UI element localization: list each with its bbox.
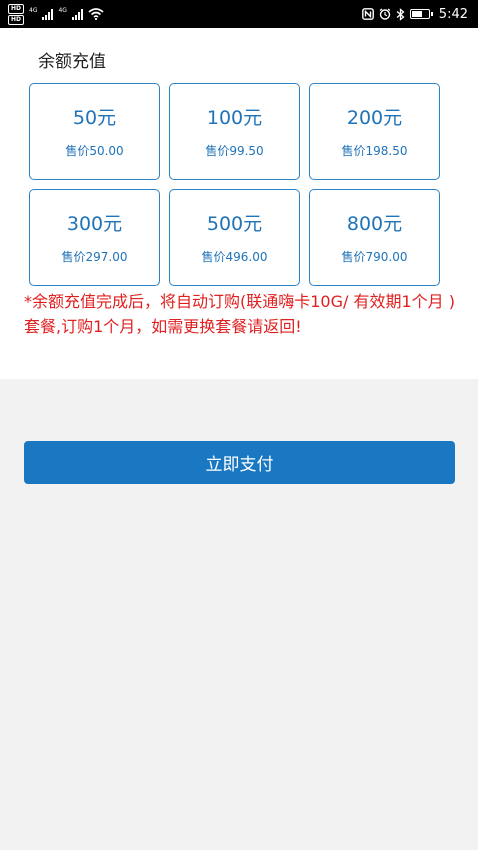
- package-amount: 100元: [206, 107, 263, 129]
- package-option-200[interactable]: 200元 售价198.50: [309, 83, 440, 180]
- package-option-50[interactable]: 50元 售价50.00: [29, 83, 160, 180]
- section-title: 余额充值: [38, 52, 106, 72]
- network-type: 4G: [58, 6, 67, 14]
- network-type: 4G: [29, 6, 38, 14]
- package-amount: 50元: [72, 107, 117, 129]
- hd-badge: HD: [8, 3, 25, 14]
- package-price: 售价198.50: [341, 144, 408, 158]
- status-bar: HD HD 4G 4G 5:42: [0, 0, 478, 28]
- status-bar-right: 5:42: [361, 6, 468, 22]
- package-grid: 50元 售价50.00 100元 售价99.50 200元 售价198.50 3…: [29, 83, 440, 286]
- recharge-notice: *余额充值完成后，将自动订购(联通嗨卡10G/ 有效期1个月 )套餐,订购1个月…: [24, 292, 455, 336]
- package-option-500[interactable]: 500元 售价496.00: [169, 189, 300, 286]
- package-amount: 200元: [346, 107, 403, 129]
- wifi-icon: [88, 8, 104, 20]
- pay-now-button[interactable]: 立即支付: [24, 441, 455, 484]
- battery-level: [411, 11, 423, 17]
- hd-badge: HD: [8, 14, 25, 25]
- nfc-icon: [361, 8, 374, 20]
- battery-icon: [409, 9, 433, 19]
- package-option-800[interactable]: 800元 售价790.00: [309, 189, 440, 286]
- package-amount: 300元: [66, 213, 123, 235]
- clock: 5:42: [438, 6, 468, 22]
- signal-icon: [42, 8, 54, 20]
- package-price: 售价790.00: [341, 250, 408, 264]
- package-price: 售价50.00: [65, 144, 124, 158]
- package-amount: 500元: [206, 213, 263, 235]
- signal-icon: [71, 8, 83, 20]
- package-amount: 800元: [346, 213, 403, 235]
- package-price: 售价99.50: [205, 144, 264, 158]
- recharge-card: 余额充值 50元 售价50.00 100元 售价99.50 200元 售价198…: [0, 28, 478, 379]
- package-option-300[interactable]: 300元 售价297.00: [29, 189, 160, 286]
- status-bar-left: HD HD 4G 4G: [8, 3, 104, 25]
- package-option-100[interactable]: 100元 售价99.50: [169, 83, 300, 180]
- package-price: 售价297.00: [61, 250, 128, 264]
- package-price: 售价496.00: [201, 250, 268, 264]
- bluetooth-icon: [396, 7, 405, 21]
- alarm-icon: [379, 8, 391, 20]
